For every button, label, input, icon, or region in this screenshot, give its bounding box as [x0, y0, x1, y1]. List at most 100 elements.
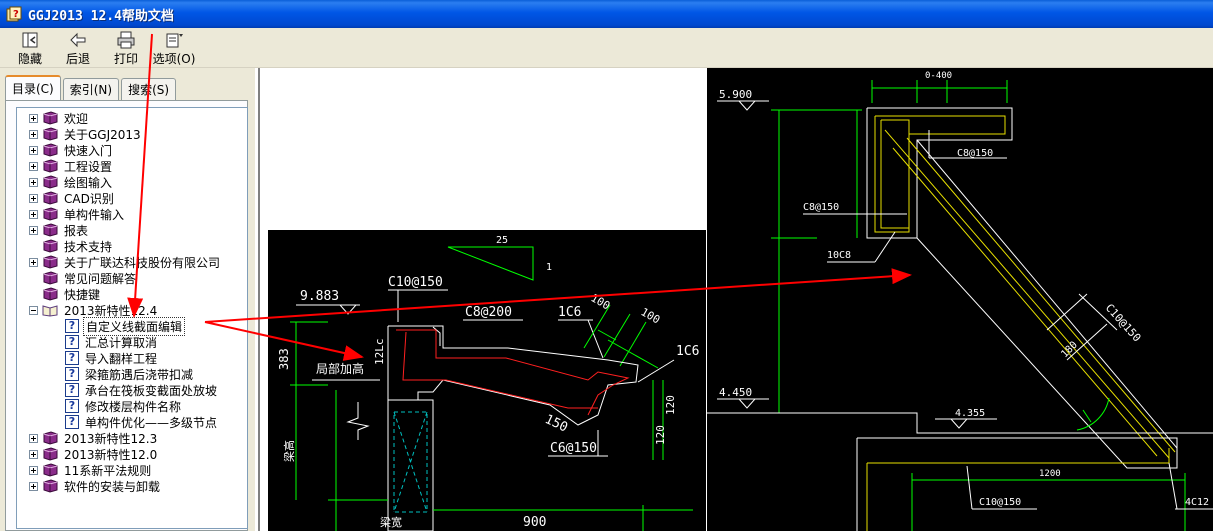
- options-icon: [164, 31, 184, 49]
- book-icon: [43, 447, 58, 461]
- book-icon: [43, 463, 58, 477]
- tree-item[interactable]: 技术支持: [29, 238, 114, 254]
- help-app-icon: ?: [6, 6, 22, 22]
- tree-item-label: 报表: [64, 223, 89, 238]
- tree-item-label: 导入翻样工程: [85, 351, 158, 366]
- back-button[interactable]: 后退: [54, 28, 102, 66]
- rebar-label-1c6-b: 1C6: [676, 344, 699, 359]
- expand-icon[interactable]: [29, 209, 38, 219]
- tree-item[interactable]: 2013新特性12.0: [29, 446, 159, 462]
- tree-item[interactable]: 绘图输入: [29, 174, 114, 190]
- diagonal-dim: 180: [1059, 340, 1080, 361]
- tree-item-label: 关于GGJ2013: [64, 127, 141, 142]
- tree-item-label: 单构件优化——多级节点: [85, 415, 218, 430]
- expand-icon[interactable]: [29, 433, 38, 443]
- expand-icon[interactable]: [29, 449, 38, 459]
- tree-item[interactable]: 常见问题解答: [29, 270, 138, 286]
- title-bar[interactable]: ? GGJ2013 12.4帮助文档: [0, 0, 1213, 28]
- nav-tabs: 目录(C) 索引(N) 搜索(S): [5, 75, 178, 100]
- tab-contents[interactable]: 目录(C): [5, 75, 61, 100]
- vertical-anchor-label: 12Lc: [373, 339, 386, 366]
- help-page-icon: ?: [65, 399, 79, 413]
- tree-item[interactable]: ? 修改楼层构件名称: [65, 398, 183, 414]
- rebar-label-10c8: 10C8: [827, 250, 851, 261]
- toolbar: 隐藏 后退 打印 选项(O): [0, 28, 1213, 68]
- tree-item[interactable]: CAD识别: [29, 190, 116, 206]
- dim-150: 150: [542, 412, 570, 436]
- book-icon: [43, 111, 58, 125]
- dim-900: 900: [523, 515, 546, 530]
- expand-icon[interactable]: [29, 481, 38, 491]
- tree-item[interactable]: 工程设置: [29, 158, 114, 174]
- back-arrow-icon: [68, 31, 88, 49]
- tree-item[interactable]: 欢迎: [29, 110, 90, 126]
- print-label: 打印: [113, 52, 138, 66]
- tree-item-label: CAD识别: [64, 191, 114, 206]
- tree-item[interactable]: ? 自定义线截面编辑: [65, 316, 186, 336]
- tree-item-label: 工程设置: [64, 159, 113, 174]
- tree-item[interactable]: ? 汇总计算取消: [65, 334, 159, 350]
- tree-item[interactable]: 软件的安装与卸载: [29, 478, 162, 494]
- tree-item[interactable]: 2013新特性12.3: [29, 430, 159, 446]
- collapse-icon[interactable]: [29, 305, 38, 315]
- contents-tree[interactable]: 欢迎 关于GGJ2013 快速入门 工程设置 绘图输入 CAD识别 单构件输入 报表 技术支持关…: [16, 107, 248, 529]
- tree-item[interactable]: 快捷键: [29, 286, 102, 302]
- book-icon: [43, 479, 58, 493]
- expand-icon[interactable]: [29, 129, 38, 139]
- tree-item[interactable]: 快速入门: [29, 142, 114, 158]
- slope-rise-label: 1: [546, 262, 552, 273]
- book-icon: [43, 207, 58, 221]
- help-page-icon: ?: [65, 335, 79, 349]
- hide-label: 隐藏: [17, 52, 42, 66]
- rebar-label-1c6-a: 1C6: [558, 305, 581, 320]
- help-page-icon: ?: [65, 319, 79, 333]
- tree-item[interactable]: 关于广联达科技股份有限公司: [29, 254, 222, 270]
- expand-icon[interactable]: [29, 225, 38, 235]
- tree-item[interactable]: ? 导入翻样工程: [65, 350, 159, 366]
- window-title: GGJ2013 12.4帮助文档: [28, 8, 174, 24]
- rebar-label-c8: C8@200: [465, 305, 512, 320]
- tab-search[interactable]: 搜索(S): [121, 78, 177, 100]
- topic-content: 25 1 9.883 C10@150 C8@200 1C6 1C6 100 10…: [258, 68, 1213, 531]
- rebar-label-c10-bottom: C10@150: [979, 497, 1021, 508]
- book-icon: [43, 223, 58, 237]
- tree-item[interactable]: 11系新平法规则: [29, 462, 153, 478]
- book-icon: [43, 287, 58, 301]
- tree-item[interactable]: 报表: [29, 222, 90, 238]
- slope-run-label: 25: [496, 235, 508, 246]
- tree-item-label: 修改楼层构件名称: [85, 399, 182, 414]
- tree-item-label: 常见问题解答: [64, 271, 137, 286]
- expand-icon[interactable]: [29, 193, 38, 203]
- book-icon: [43, 431, 58, 445]
- tree-item-label: 11系新平法规则: [64, 463, 152, 478]
- expand-icon[interactable]: [29, 465, 38, 475]
- print-button[interactable]: 打印: [102, 28, 150, 66]
- expand-icon[interactable]: [29, 113, 38, 123]
- hide-button[interactable]: 隐藏: [6, 28, 54, 66]
- tree-item[interactable]: ? 梁箍筋遇后浇带扣减: [65, 366, 195, 382]
- rebar-label-c6: C6@150: [550, 441, 597, 456]
- tree-item-label: 2013新特性12.3: [64, 431, 158, 446]
- open-book-icon: [42, 305, 58, 317]
- tree-item[interactable]: ? 承台在筏板变截面处放坡: [65, 382, 219, 398]
- dim-top-label: 0-400: [925, 71, 952, 81]
- tree-item[interactable]: 单构件输入: [29, 206, 126, 222]
- expand-icon[interactable]: [29, 161, 38, 171]
- tab-index[interactable]: 索引(N): [62, 78, 120, 100]
- book-icon: [43, 143, 58, 157]
- beam-width-label: 梁宽: [380, 515, 402, 529]
- tree-item[interactable]: ? 单构件优化——多级节点: [65, 414, 219, 430]
- options-button[interactable]: 选项(O): [150, 28, 198, 66]
- book-icon: [43, 255, 58, 269]
- expand-icon[interactable]: [29, 177, 38, 187]
- navigation-pane: 目录(C) 索引(N) 搜索(S) 欢迎 关于GGJ2013 快速入门 工程设置 绘图输…: [0, 68, 255, 531]
- printer-icon: [116, 31, 136, 49]
- options-label: 选项(O): [152, 52, 196, 66]
- beam-height-label: 梁高: [282, 440, 296, 462]
- expand-icon[interactable]: [29, 145, 38, 155]
- rebar-label-4c12: 4C12: [1185, 497, 1209, 508]
- help-page-icon: ?: [65, 383, 79, 397]
- tree-item[interactable]: 关于GGJ2013: [29, 126, 143, 142]
- book-icon: [43, 127, 58, 141]
- expand-icon[interactable]: [29, 257, 38, 267]
